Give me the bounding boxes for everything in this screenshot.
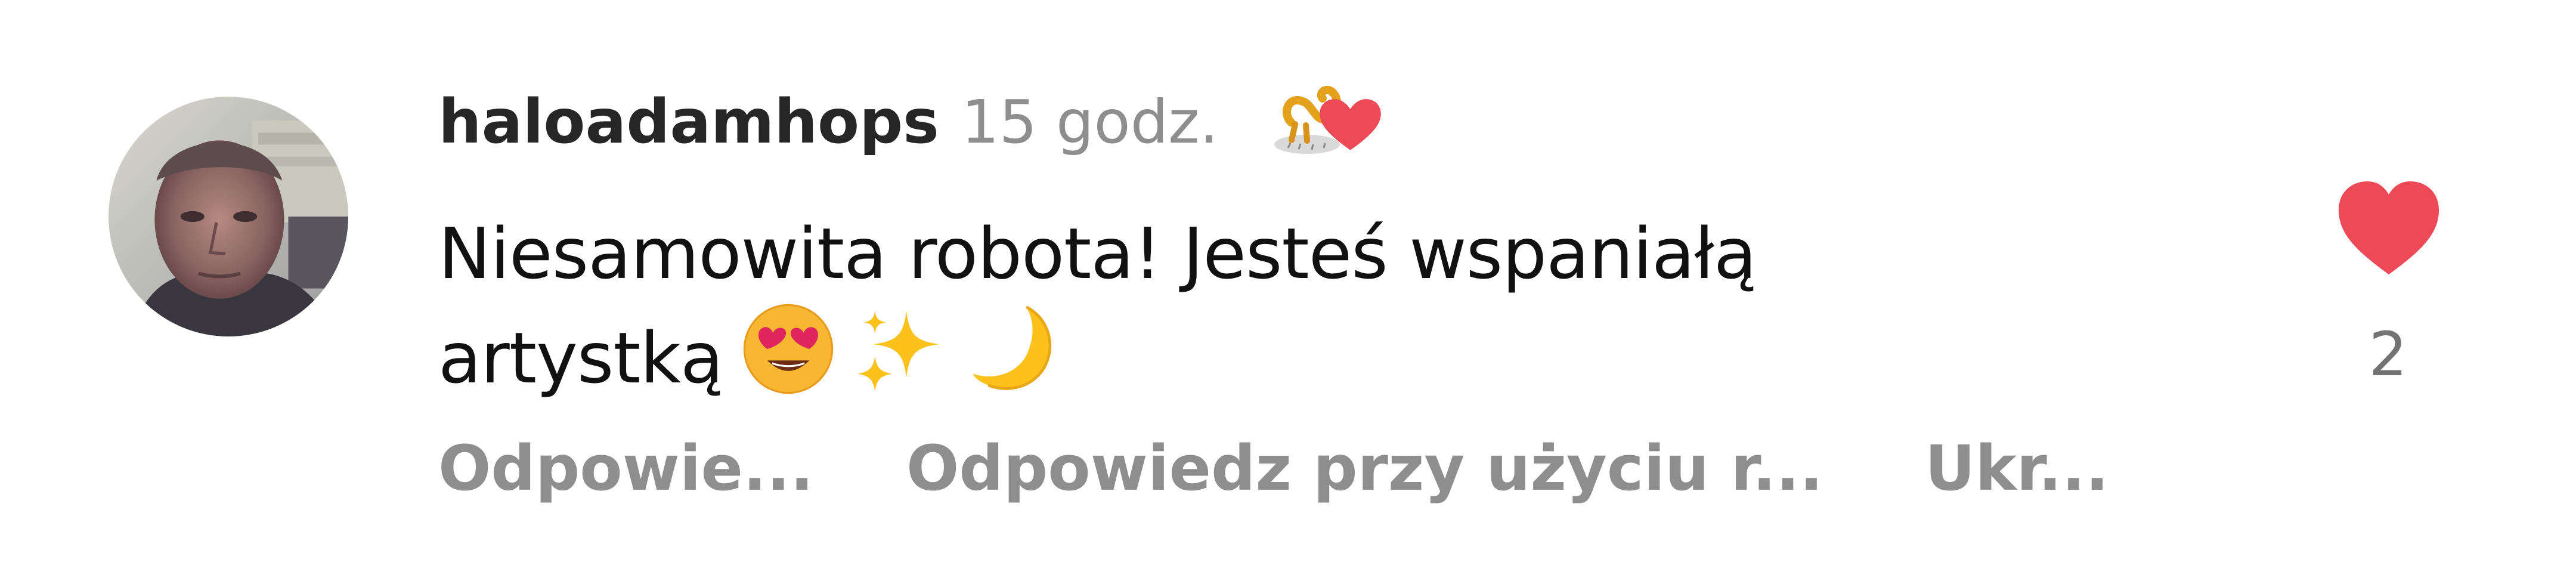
creator-liked-badge (1270, 78, 1389, 161)
reply-with-gif-button[interactable]: Odpowiedz przy użyciu r... (906, 430, 1823, 507)
heart-icon (2339, 181, 2439, 274)
like-count: 2 (2368, 319, 2408, 390)
sparkles-emoji (854, 301, 949, 397)
avatar[interactable] (109, 97, 348, 336)
comment-item: haloadamhops 15 godz. Niesamowita robota… (0, 0, 2576, 587)
like-button[interactable] (2336, 179, 2441, 278)
reply-button[interactable]: Odpowie... (438, 430, 814, 507)
heart-eyes-emoji (741, 301, 836, 397)
comment-timestamp: 15 godz. (961, 87, 1219, 157)
comment-text: Niesamowita robota! Jesteś wspaniałą art… (438, 206, 2048, 406)
crescent-moon-emoji (967, 301, 1063, 397)
hide-comment-button[interactable]: Ukr... (1925, 430, 2109, 507)
comment-username[interactable]: haloadamhops (438, 84, 939, 161)
comment-body: Niesamowita robota! Jesteś wspaniałą art… (438, 212, 1757, 399)
